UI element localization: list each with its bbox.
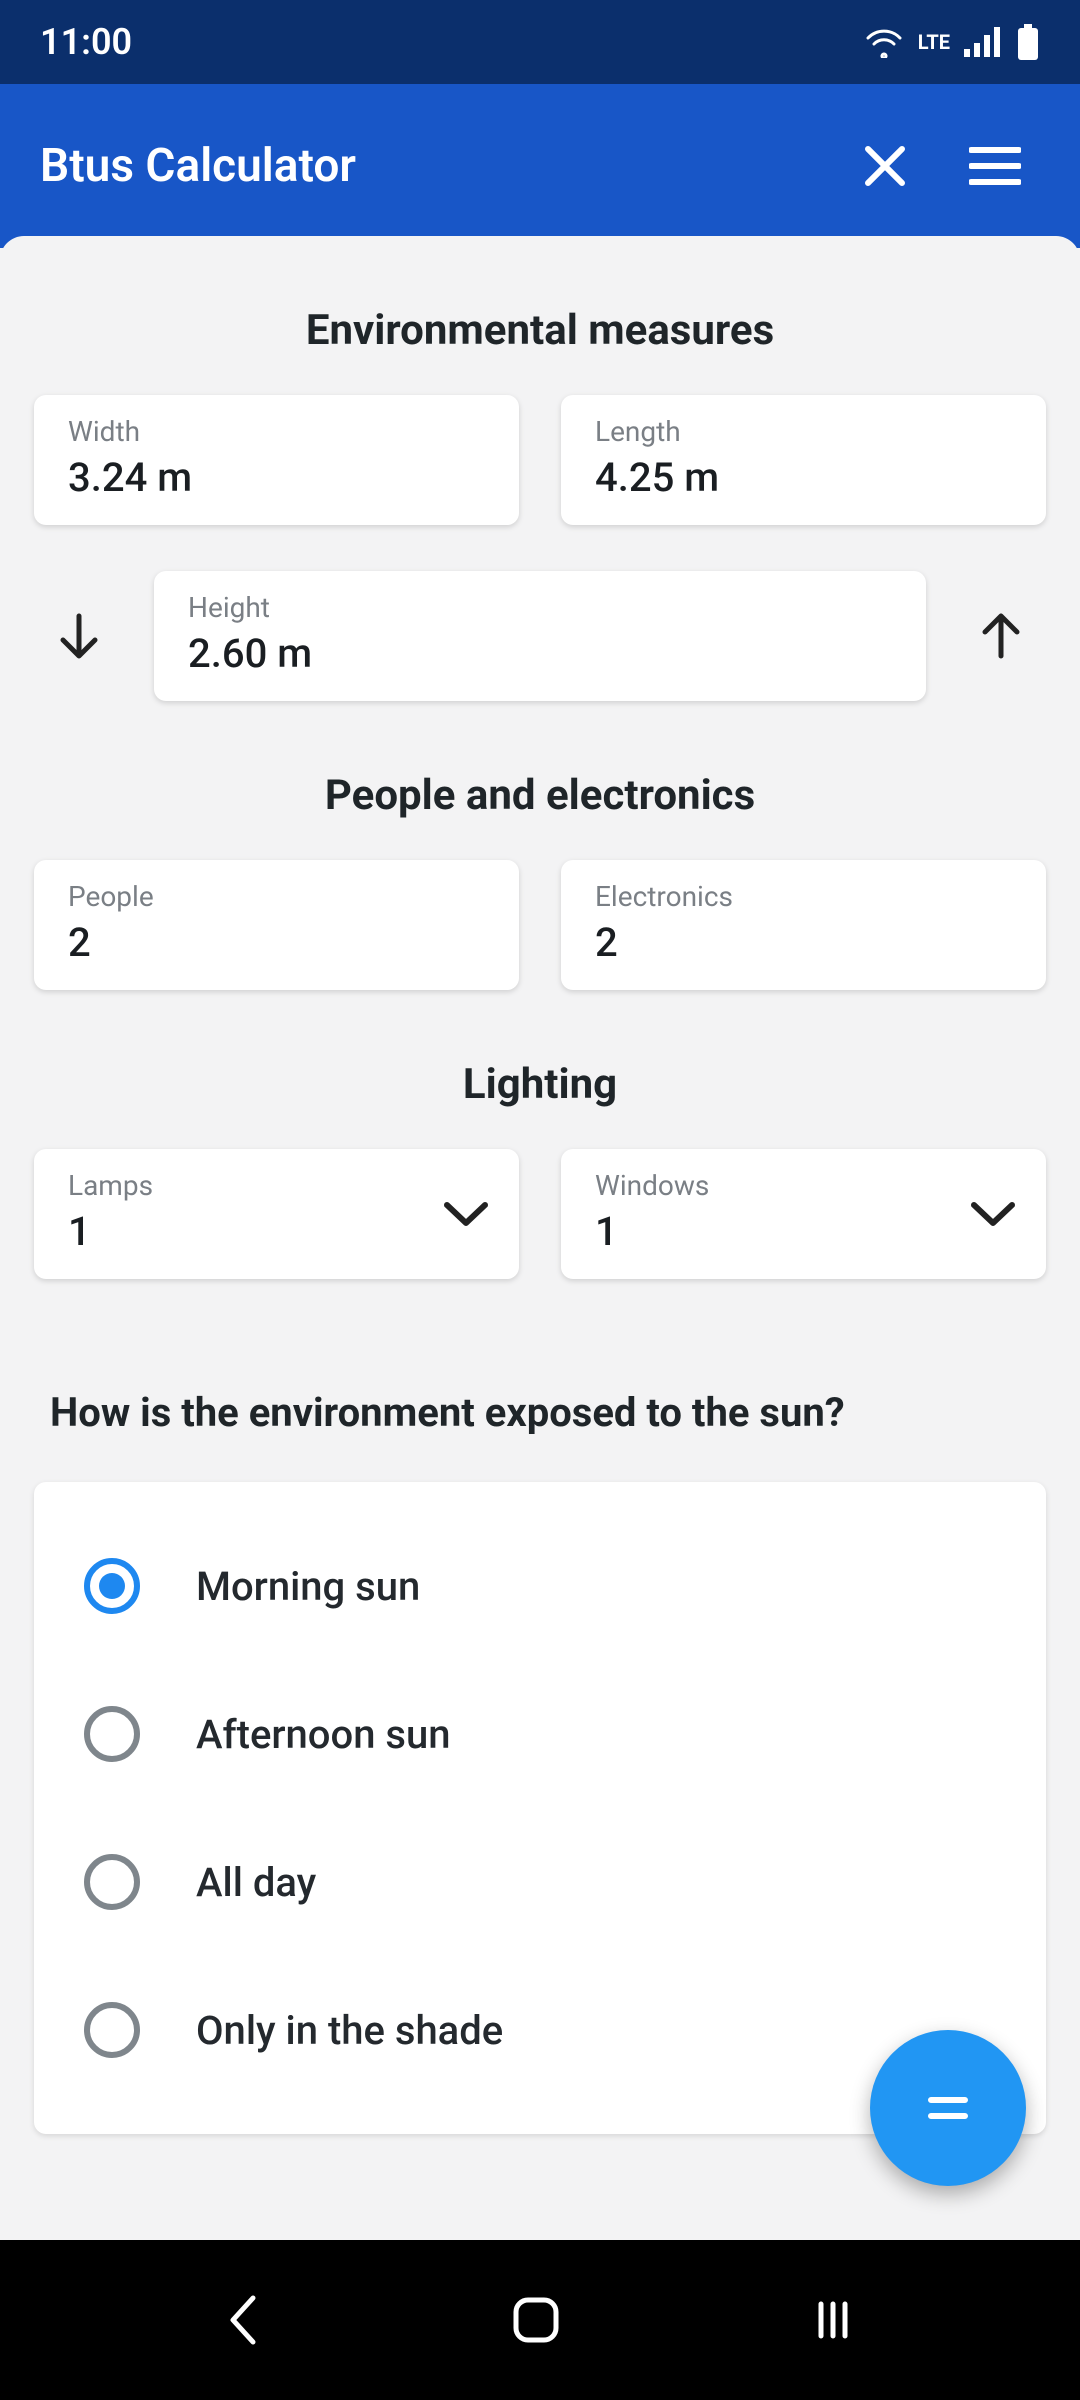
- lamps-value: 1: [68, 1208, 485, 1255]
- radio-label: Afternoon sun: [196, 1711, 451, 1758]
- people-value: 2: [68, 919, 485, 966]
- app-bar: Btus Calculator: [0, 84, 1080, 248]
- close-icon: [860, 141, 910, 191]
- content: Environmental measures Width 3.24 m Leng…: [0, 236, 1080, 2240]
- menu-button[interactable]: [950, 121, 1040, 211]
- width-label: Width: [68, 415, 485, 448]
- electronics-label: Electronics: [595, 880, 1012, 913]
- width-value: 3.24 m: [68, 454, 485, 501]
- lamps-select[interactable]: Lamps 1: [34, 1149, 519, 1279]
- length-value: 4.25 m: [595, 454, 1012, 501]
- section-env-title: Environmental measures: [0, 306, 1080, 355]
- electronics-value: 2: [595, 919, 1012, 966]
- decrease-button[interactable]: [34, 610, 124, 662]
- nav-home-button[interactable]: [510, 2294, 562, 2346]
- signal-icon: [964, 27, 1002, 57]
- radio-label: All day: [196, 1859, 316, 1906]
- people-field[interactable]: People 2: [34, 860, 519, 990]
- arrow-down-icon: [53, 610, 105, 662]
- radio-label: Morning sun: [196, 1563, 420, 1610]
- status-right: LTE: [864, 24, 1040, 60]
- height-value: 2.60 m: [188, 630, 892, 677]
- battery-icon: [1016, 24, 1040, 60]
- height-field[interactable]: Height 2.60 m: [154, 571, 926, 701]
- sun-option-afternoon[interactable]: Afternoon sun: [34, 1660, 1046, 1808]
- close-button[interactable]: [840, 121, 930, 211]
- equals-icon: [923, 2088, 973, 2128]
- arrow-up-icon: [975, 610, 1027, 662]
- section-lighting-title: Lighting: [0, 1060, 1080, 1109]
- status-time: 11:00: [40, 21, 132, 63]
- recents-icon: [809, 2296, 857, 2344]
- radio-button: [84, 1558, 140, 1614]
- radio-label: Only in the shade: [196, 2007, 503, 2054]
- sun-option-morning[interactable]: Morning sun: [34, 1512, 1046, 1660]
- radio-button: [84, 1706, 140, 1762]
- length-field[interactable]: Length 4.25 m: [561, 395, 1046, 525]
- electronics-field[interactable]: Electronics 2: [561, 860, 1046, 990]
- chevron-down-icon: [443, 1199, 489, 1229]
- radio-button: [84, 2002, 140, 2058]
- section-people-title: People and electronics: [0, 771, 1080, 820]
- windows-select[interactable]: Windows 1: [561, 1149, 1046, 1279]
- network-label: LTE: [918, 30, 950, 54]
- height-label: Height: [188, 591, 892, 624]
- home-icon: [510, 2294, 562, 2346]
- nav-back-button[interactable]: [223, 2292, 263, 2348]
- length-label: Length: [595, 415, 1012, 448]
- page-title: Btus Calculator: [40, 139, 820, 193]
- width-field[interactable]: Width 3.24 m: [34, 395, 519, 525]
- chevron-down-icon: [970, 1199, 1016, 1229]
- wifi-icon: [864, 26, 904, 58]
- sun-question: How is the environment exposed to the su…: [0, 1389, 1080, 1436]
- sun-radio-group: Morning sun Afternoon sun All day Only i…: [34, 1482, 1046, 2134]
- increase-button[interactable]: [956, 610, 1046, 662]
- back-icon: [223, 2292, 263, 2348]
- people-label: People: [68, 880, 485, 913]
- calculate-fab[interactable]: [870, 2030, 1026, 2186]
- windows-value: 1: [595, 1208, 1012, 1255]
- navigation-bar: [0, 2240, 1080, 2400]
- hamburger-icon: [969, 146, 1021, 186]
- status-bar: 11:00 LTE: [0, 0, 1080, 84]
- windows-label: Windows: [595, 1169, 1012, 1202]
- sun-option-allday[interactable]: All day: [34, 1808, 1046, 1956]
- radio-button: [84, 1854, 140, 1910]
- nav-recents-button[interactable]: [809, 2296, 857, 2344]
- lamps-label: Lamps: [68, 1169, 485, 1202]
